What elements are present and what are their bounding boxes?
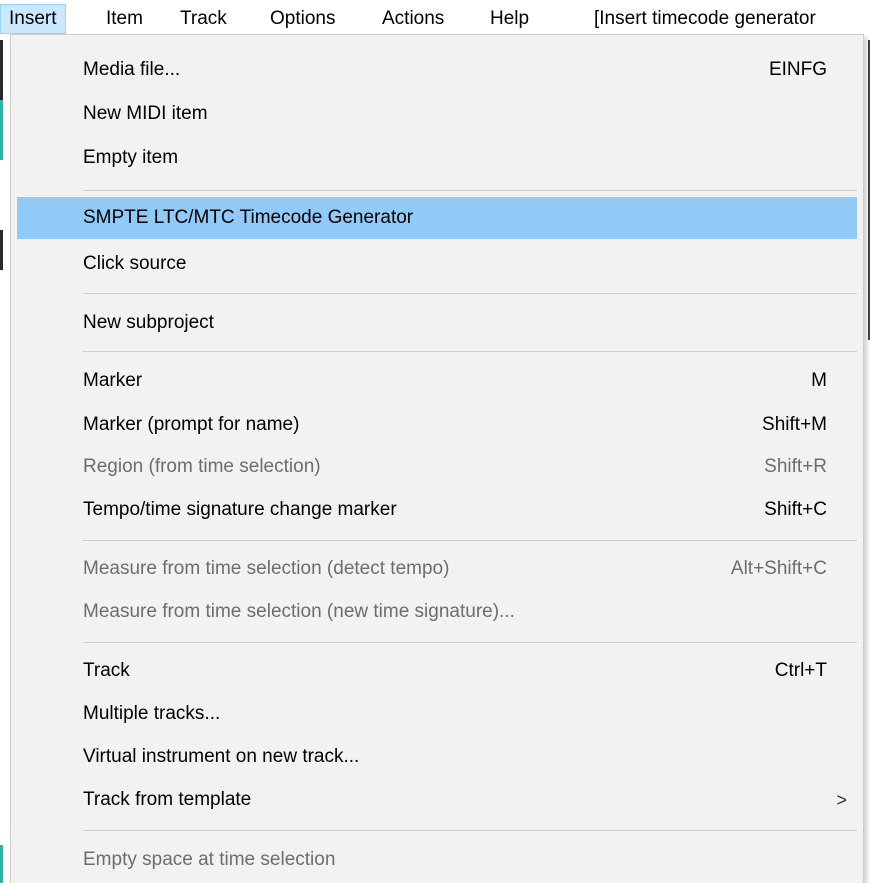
menubar-item-actions[interactable]: Actions <box>382 4 444 34</box>
menu-item-label: New MIDI item <box>83 103 208 124</box>
menu-separator <box>83 642 857 643</box>
menu-item-label: Media file... <box>83 59 181 80</box>
menu-item-label: Measure from time selection (new time si… <box>83 601 515 622</box>
menu-item-label: Marker (prompt for name) <box>83 414 300 435</box>
screen: Insert Item Track Options Actions Help [… <box>0 0 870 883</box>
menu-item-label: Virtual instrument on new track... <box>83 746 360 767</box>
menubar-item-track[interactable]: Track <box>180 4 227 34</box>
menubar-item-options[interactable]: Options <box>270 4 335 34</box>
menu-item-empty-item[interactable]: Empty item <box>17 137 857 179</box>
menu-item-label: Measure from time selection (detect temp… <box>83 558 450 579</box>
menu-item-label: Empty item <box>83 147 179 168</box>
menubar-item-insert[interactable]: Insert <box>0 4 66 34</box>
menu-item-label: SMPTE LTC/MTC Timecode Generator <box>83 207 414 228</box>
menubar-item-help[interactable]: Help <box>490 4 529 34</box>
menu-separator <box>83 293 857 294</box>
menu-separator <box>83 830 857 831</box>
menu-item-shortcut: EINFG <box>768 59 827 80</box>
menu-item-shortcut: Ctrl+T <box>774 660 827 681</box>
background-app-edge <box>0 40 3 100</box>
background-app-edge <box>0 845 3 883</box>
menu-item-shortcut: Alt+Shift+C <box>730 558 827 579</box>
menu-item-new-subproject[interactable]: New subproject <box>17 302 857 344</box>
menu-item-measure-new-time-signature[interactable]: Measure from time selection (new time si… <box>17 591 857 633</box>
insert-menu-dropdown: Media file... EINFG New MIDI item Empty … <box>10 34 864 883</box>
menu-item-region[interactable]: Region (from time selection) Shift+R <box>17 446 857 488</box>
menu-item-virtual-instrument[interactable]: Virtual instrument on new track... <box>17 736 857 778</box>
menu-separator <box>83 351 857 352</box>
menu-separator <box>83 190 857 191</box>
menu-item-media-file[interactable]: Media file... EINFG <box>17 49 857 91</box>
menu-item-label: Region (from time selection) <box>83 456 321 477</box>
menu-item-label: Empty space at time selection <box>83 849 336 870</box>
menu-item-marker[interactable]: Marker M <box>17 360 857 402</box>
menubar-item-item[interactable]: Item <box>106 4 143 34</box>
menu-item-measure-detect-tempo[interactable]: Measure from time selection (detect temp… <box>17 548 857 590</box>
window-title: [Insert timecode generator <box>594 8 816 29</box>
menu-item-marker-prompt-name[interactable]: Marker (prompt for name) Shift+M <box>17 404 857 446</box>
menu-item-label: Tempo/time signature change marker <box>83 499 397 520</box>
menu-item-label: Click source <box>83 253 187 274</box>
menu-item-empty-space[interactable]: Empty space at time selection <box>17 839 857 881</box>
menu-item-label: Track from template <box>83 789 252 810</box>
menu-bar: Insert Item Track Options Actions Help [… <box>0 0 870 36</box>
menu-item-shortcut: Shift+R <box>764 456 827 477</box>
background-app-edge <box>0 230 3 270</box>
menu-item-tempo-marker[interactable]: Tempo/time signature change marker Shift… <box>17 489 857 531</box>
menu-item-track[interactable]: Track Ctrl+T <box>17 650 857 692</box>
menu-item-click-source[interactable]: Click source <box>17 243 857 285</box>
menu-item-shortcut: Shift+M <box>762 414 827 435</box>
menu-item-new-midi-item[interactable]: New MIDI item <box>17 93 857 135</box>
background-app-edge <box>0 100 3 160</box>
chevron-right-icon: > <box>836 790 847 810</box>
menu-separator <box>83 540 857 541</box>
menu-item-smpte-timecode-generator[interactable]: SMPTE LTC/MTC Timecode Generator <box>17 197 857 239</box>
menu-item-label: Marker <box>83 370 143 391</box>
menu-item-shortcut: M <box>811 370 827 391</box>
menu-item-multiple-tracks[interactable]: Multiple tracks... <box>17 693 857 735</box>
menu-item-label: Track <box>83 660 130 681</box>
menu-item-label: Multiple tracks... <box>83 703 221 724</box>
menu-item-label: New subproject <box>83 312 214 333</box>
menu-item-track-from-template[interactable]: Track from template > <box>17 779 857 821</box>
menu-item-shortcut: Shift+C <box>764 499 827 520</box>
